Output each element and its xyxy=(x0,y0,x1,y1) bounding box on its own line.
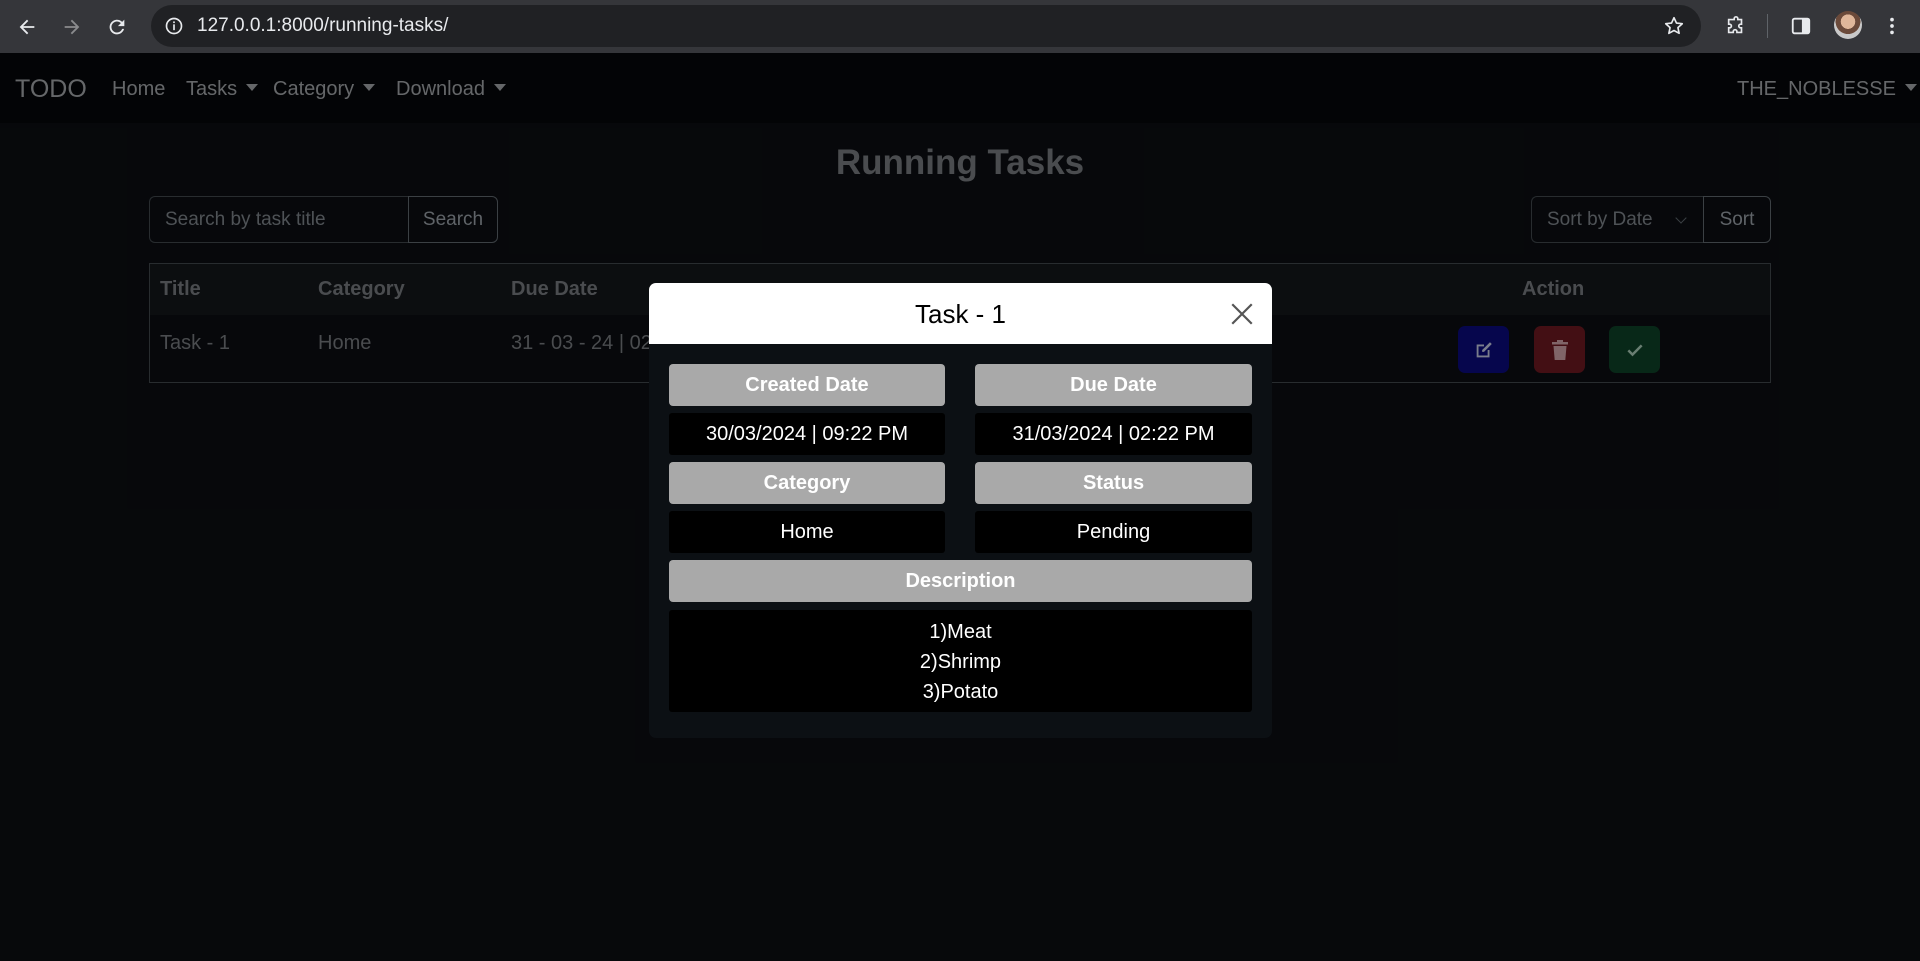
profile-avatar[interactable] xyxy=(1834,11,1862,39)
created-date-value: 30/03/2024 | 09:22 PM xyxy=(669,413,945,455)
task-detail-modal: Task - 1 Created Date Due Date 30/03/202… xyxy=(649,283,1272,738)
reload-icon xyxy=(109,19,125,35)
status-value: Pending xyxy=(975,511,1252,553)
forward-icon xyxy=(64,19,80,35)
back-icon xyxy=(19,19,35,35)
menu-icon xyxy=(1890,17,1894,35)
sidepanel-button[interactable] xyxy=(1787,12,1815,40)
category-value: Home xyxy=(669,511,945,553)
star-icon[interactable] xyxy=(1663,15,1685,37)
due-date-value: 31/03/2024 | 02:22 PM xyxy=(975,413,1252,455)
info-icon[interactable] xyxy=(164,16,184,36)
close-icon[interactable] xyxy=(1229,301,1255,327)
reload-button[interactable] xyxy=(102,12,132,42)
extensions-button[interactable] xyxy=(1722,12,1750,40)
extensions-icon xyxy=(1727,16,1743,34)
modal-title: Task - 1 xyxy=(914,299,1007,329)
address-bar[interactable]: 127.0.0.1:8000/running-tasks/ xyxy=(151,5,1701,47)
description-line: 2)Shrimp xyxy=(919,651,1002,673)
browser-menu-button[interactable] xyxy=(1878,12,1906,40)
url-text: 127.0.0.1:8000/running-tasks/ xyxy=(197,15,449,36)
description-label: Description xyxy=(669,560,1252,602)
toolbar-divider xyxy=(1767,14,1768,38)
browser-toolbar: 127.0.0.1:8000/running-tasks/ xyxy=(0,0,1920,53)
sidepanel-icon xyxy=(1791,17,1811,35)
created-date-label: Created Date xyxy=(669,364,945,406)
description-line: 1)Meat xyxy=(929,621,992,643)
status-label: Status xyxy=(975,462,1252,504)
modal-header: Task - 1 xyxy=(649,283,1272,344)
category-label: Category xyxy=(669,462,945,504)
due-date-label: Due Date xyxy=(975,364,1252,406)
description-value: 1)Meat 2)Shrimp 3)Potato xyxy=(669,610,1252,712)
back-button[interactable] xyxy=(12,12,42,42)
forward-button[interactable] xyxy=(57,12,87,42)
description-line: 3)Potato xyxy=(922,681,999,703)
